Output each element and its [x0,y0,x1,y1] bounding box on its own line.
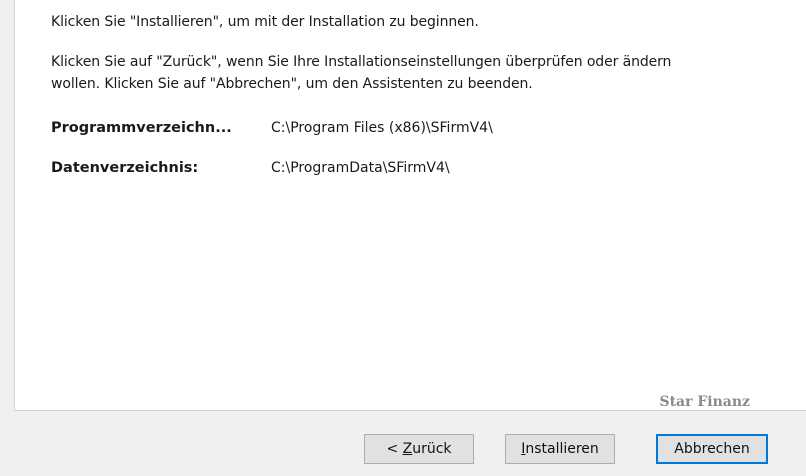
installer-window: Klicken Sie "Installieren", um mit der I… [0,0,806,476]
instruction-install: Klicken Sie "Installieren", um mit der I… [51,14,479,30]
data-directory-value: C:\ProgramData\SFirmV4\ [271,160,450,176]
program-directory-value: C:\Program Files (x86)\SFirmV4\ [271,120,493,136]
content-panel: Klicken Sie "Installieren", um mit der I… [14,0,806,410]
back-button-label: urück [412,441,452,457]
data-directory-label: Datenverzeichnis: [51,160,199,176]
left-edge [0,0,14,476]
back-button-accelerator: Z [402,441,413,457]
button-bar: < Zurück Installieren Abbrechen [14,411,806,476]
install-button-label: nstallieren [525,441,599,457]
instruction-back-line-1: Klicken Sie auf "Zurück", wenn Sie Ihre … [51,54,672,70]
back-button-prefix: < [386,441,403,457]
back-button[interactable]: < Zurück [364,434,474,464]
cancel-button[interactable]: Abbrechen [656,434,768,464]
brand-label: Star Finanz [659,394,750,410]
program-directory-label: Programmverzeichn... [51,120,232,136]
instruction-back-line-2: wollen. Klicken Sie auf "Abbrechen", um … [51,76,533,92]
install-button[interactable]: Installieren [505,434,615,464]
